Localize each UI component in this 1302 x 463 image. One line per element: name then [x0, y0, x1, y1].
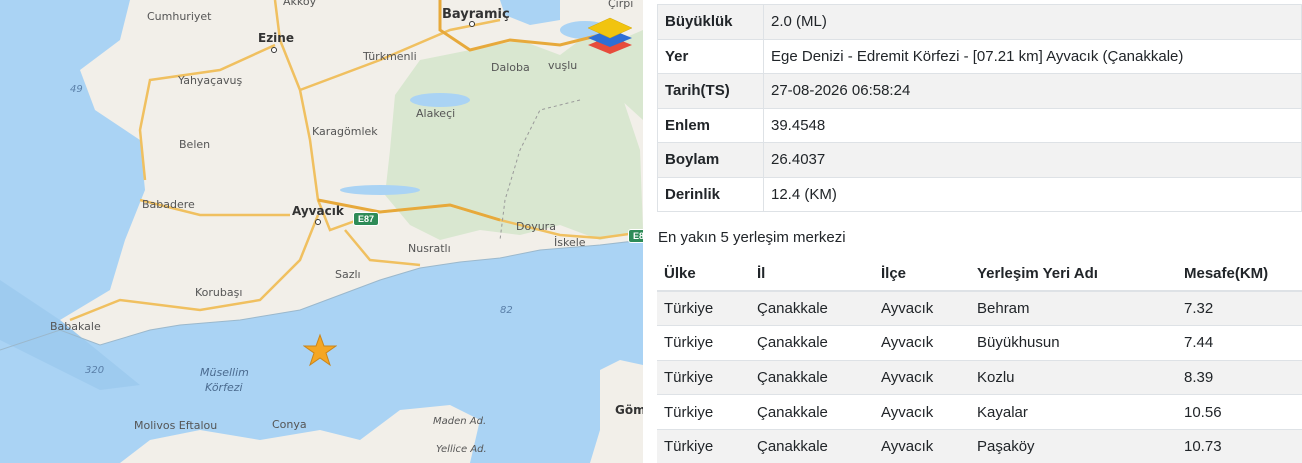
cell-district: Ayvacık — [874, 291, 970, 327]
map-label-cumhuriyet: Cumhuriyet — [147, 10, 212, 23]
cell-settlement: Kozlu — [970, 360, 1177, 396]
map-view[interactable]: Cumhuriyet Akköy Bayramiç Çırpı Ezine Tü… — [0, 0, 643, 463]
cell-settlement: Behram — [970, 291, 1177, 327]
map-label-molivos: Molivos Eftalou — [134, 419, 218, 432]
detail-key: Yer — [657, 38, 764, 74]
map-label-korubasi: Korubaşı — [195, 286, 243, 299]
table-header-row: Ülke İl İlçe Yerleşim Yeri Adı Mesafe(KM… — [657, 257, 1302, 292]
cell-country: Türkiye — [657, 429, 750, 463]
map-label-belen: Belen — [179, 138, 211, 151]
map-label-bayramic: Bayramiç — [442, 7, 510, 22]
map-depth-82: 82 — [500, 305, 513, 316]
cell-district: Ayvacık — [874, 394, 970, 430]
map-label-akkoy: Akköy — [283, 0, 317, 8]
cell-province: Çanakkale — [750, 394, 874, 430]
nearest-settlements-table: Ülke İl İlçe Yerleşim Yeri Adı Mesafe(KM… — [657, 257, 1302, 463]
cell-district: Ayvacık — [874, 325, 970, 361]
map-label-ayvacik: Ayvacık — [292, 204, 344, 218]
cell-district: Ayvacık — [874, 360, 970, 396]
road-shield-e87-east: E8 — [628, 229, 643, 243]
detail-row-longitude: Boylam 26.4037 — [657, 142, 1302, 178]
map-label-yahyacavus: Yahyaçavuş — [178, 74, 243, 87]
table-row: Türkiye Çanakkale Ayvacık Büyükhusun 7.4… — [657, 325, 1302, 361]
map-label-yellice: Yellice Ad. — [436, 444, 487, 455]
detail-value: 27-08-2026 06:58:24 — [763, 73, 1302, 109]
detail-row-magnitude: Büyüklük 2.0 (ML) — [657, 4, 1302, 40]
map-depth-49: 49 — [70, 84, 83, 95]
detail-row-location: Yer Ege Denizi - Edremit Körfezi - [07.2… — [657, 38, 1302, 74]
map-label-cirpi: Çırpı — [608, 0, 634, 10]
detail-row-latitude: Enlem 39.4548 — [657, 107, 1302, 143]
cell-distance: 10.73 — [1177, 429, 1302, 463]
layers-icon[interactable] — [586, 16, 634, 56]
cell-country: Türkiye — [657, 291, 750, 327]
cell-country: Türkiye — [657, 325, 750, 361]
earthquake-info-panel: Büyüklük 2.0 (ML) Yer Ege Denizi - Edrem… — [657, 4, 1302, 463]
cell-province: Çanakkale — [750, 360, 874, 396]
map-label-musellim: Müsellim — [200, 366, 249, 379]
cell-province: Çanakkale — [750, 429, 874, 463]
nearest-settlements-title: En yakın 5 yerleşim merkezi — [658, 229, 846, 246]
map-label-ezine: Ezine — [258, 31, 294, 45]
cell-district: Ayvacık — [874, 429, 970, 463]
detail-value: 39.4548 — [763, 107, 1302, 143]
map-label-vuslu: vuşlu — [548, 59, 578, 72]
detail-key: Enlem — [657, 107, 764, 143]
column-header-distance: Mesafe(KM) — [1177, 257, 1302, 292]
epicenter-star-icon[interactable] — [303, 333, 337, 367]
map-label-korfezi: Körfezi — [205, 381, 243, 394]
detail-value: 2.0 (ML) — [763, 4, 1302, 40]
detail-row-date: Tarih(TS) 27-08-2026 06:58:24 — [657, 73, 1302, 109]
detail-value: 12.4 (KM) — [763, 176, 1302, 212]
map-depth-320: 320 — [85, 365, 105, 376]
cell-distance: 7.32 — [1177, 291, 1302, 327]
map-label-alakeci: Alakeçi — [416, 107, 456, 120]
table-row: Türkiye Çanakkale Ayvacık Behram 7.32 — [657, 291, 1302, 327]
column-header-district: İlçe — [874, 257, 970, 292]
map-label-daloba: Daloba — [491, 61, 530, 74]
detail-key: Büyüklük — [657, 4, 764, 40]
map-label-maden: Maden Ad. — [433, 416, 487, 427]
map-label-turkmenli: Türkmenli — [363, 50, 417, 63]
column-header-province: İl — [750, 257, 874, 292]
map-label-sazli: Sazlı — [335, 268, 361, 281]
cell-settlement: Büyükhusun — [970, 325, 1177, 361]
map-label-conya: Conya — [272, 418, 307, 431]
earthquake-detail-table: Büyüklük 2.0 (ML) Yer Ege Denizi - Edrem… — [657, 4, 1302, 212]
detail-row-depth: Derinlik 12.4 (KM) — [657, 176, 1302, 212]
column-header-settlement: Yerleşim Yeri Adı — [970, 257, 1177, 292]
cell-settlement: Paşaköy — [970, 429, 1177, 463]
column-header-country: Ülke — [657, 257, 750, 292]
map-label-babakale: Babakale — [50, 320, 101, 333]
detail-key: Tarih(TS) — [657, 73, 764, 109]
map-label-iskele: İskele — [554, 236, 586, 249]
detail-value: Ege Denizi - Edremit Körfezi - [07.21 km… — [763, 38, 1302, 74]
detail-value: 26.4037 — [763, 142, 1302, 178]
cell-distance: 7.44 — [1177, 325, 1302, 361]
cell-distance: 10.56 — [1177, 394, 1302, 430]
road-shield-e87: E87 — [353, 212, 380, 226]
table-row: Türkiye Çanakkale Ayvacık Kayalar 10.56 — [657, 394, 1302, 430]
cell-province: Çanakkale — [750, 291, 874, 327]
table-row: Türkiye Çanakkale Ayvacık Paşaköy 10.73 — [657, 429, 1302, 463]
cell-settlement: Kayalar — [970, 394, 1177, 430]
table-row: Türkiye Çanakkale Ayvacık Kozlu 8.39 — [657, 360, 1302, 396]
cell-country: Türkiye — [657, 360, 750, 396]
map-label-babadere: Babadere — [142, 198, 195, 211]
cell-province: Çanakkale — [750, 325, 874, 361]
cell-country: Türkiye — [657, 394, 750, 430]
map-label-gom: Göm — [615, 403, 643, 417]
detail-key: Derinlik — [657, 176, 764, 212]
map-label-nusratli: Nusratlı — [408, 242, 451, 255]
cell-distance: 8.39 — [1177, 360, 1302, 396]
detail-key: Boylam — [657, 142, 764, 178]
map-label-karagomlek: Karagömlek — [312, 125, 378, 138]
map-label-doyuran: Doyura — [516, 220, 556, 233]
